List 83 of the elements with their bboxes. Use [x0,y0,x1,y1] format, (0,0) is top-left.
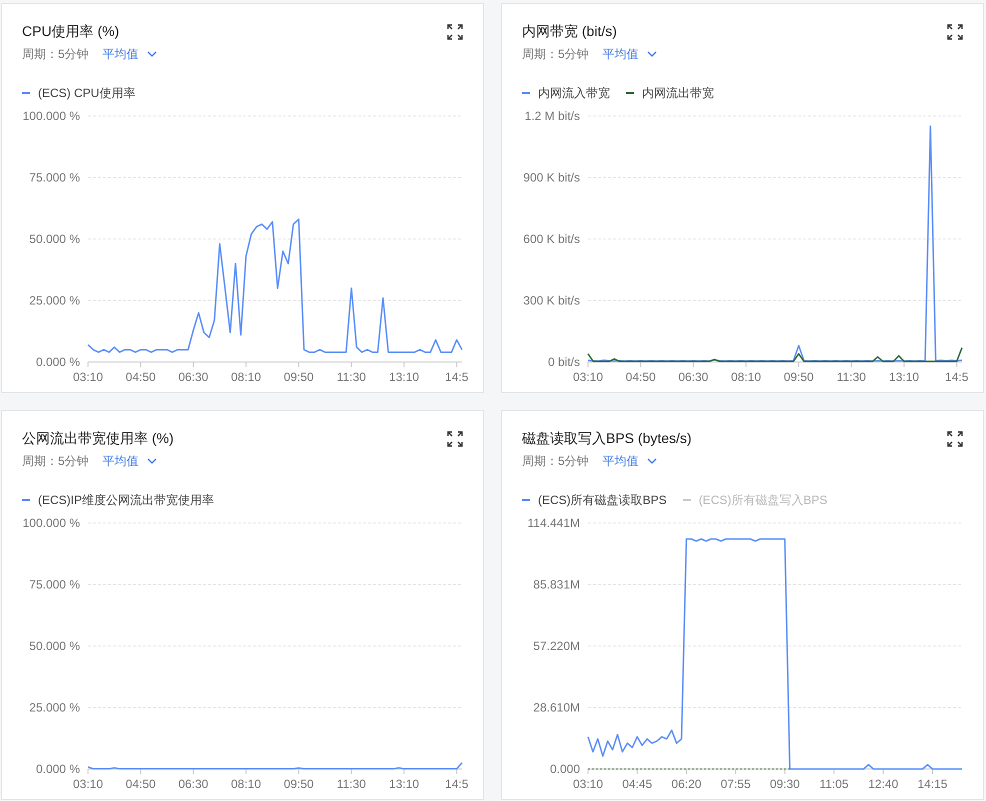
legend-item[interactable]: (ECS)所有磁盘读取BPS [522,491,667,509]
x-axis-label: 13:10 [389,777,420,791]
x-axis-label: 14:15 [917,777,948,791]
y-axis-label: 1.2 M bit/s [524,109,580,123]
chart-title: CPU使用率 (%) [22,23,120,41]
x-axis-label: 04:50 [126,370,156,384]
x-axis-label: 09:50 [284,777,314,791]
x-axis-label: 08:10 [731,370,762,384]
x-axis-label: 14:5 [945,370,968,384]
y-axis-label: 28.610M [533,700,580,714]
legend-item[interactable]: 内网流出带宽 [626,84,714,102]
y-axis-label: 25.000 % [29,700,80,714]
legend-item[interactable]: (ECS) CPU使用率 [22,84,136,102]
x-axis-label: 03:10 [72,370,104,384]
chart-title: 公网流出带宽使用率 (%) [22,430,174,448]
y-axis-label: 75.000 % [29,578,80,592]
chart-title: 磁盘读取写入BPS (bytes/s) [522,430,692,448]
y-axis-label: 0 bit/s [548,355,580,369]
x-axis-label: 04:50 [626,370,656,384]
x-axis-label: 08:10 [231,370,262,384]
x-axis-label: 13:10 [389,370,420,384]
x-axis-label: 11:30 [836,370,866,384]
period-label: 周期：5分钟 [22,46,89,62]
x-axis-label: 06:30 [178,777,208,791]
aggregate-dropdown[interactable]: 平均值 [602,46,657,62]
x-axis-label: 08:10 [231,777,262,791]
y-axis-label: 85.831M [533,578,580,592]
x-axis-label: 06:30 [678,370,708,384]
x-axis-label: 13:10 [889,370,920,384]
x-axis-label: 11:30 [336,777,366,791]
x-axis-label: 09:50 [784,370,814,384]
x-axis-label: 03:10 [572,370,604,384]
x-axis-label: 09:50 [284,370,314,384]
y-axis-label: 50.000 % [29,232,80,246]
expand-icon[interactable] [947,431,963,447]
aggregate-dropdown[interactable]: 平均值 [102,452,157,470]
y-axis-label: 900 K bit/s [523,170,580,184]
y-axis-label: 0.000 % [36,355,80,369]
x-axis-label: 04:50 [126,777,156,791]
chevron-icon [646,51,657,57]
y-axis-label: 50.000 % [29,639,80,653]
legend-marker [22,92,30,94]
aggregate-dropdown[interactable]: 平均值 [102,46,157,62]
legend-marker [522,499,530,501]
legend-item[interactable]: (ECS)IP维度公网流出带宽使用率 [22,491,214,509]
x-axis-label: 06:20 [671,777,702,791]
expand-icon[interactable] [947,24,963,40]
y-axis-label: 25.000 % [29,294,80,308]
legend-marker [626,92,634,94]
y-axis-label: 300 K bit/s [523,294,580,308]
expand-icon[interactable] [447,431,463,447]
legend-marker [22,499,30,501]
y-axis-label: 0.000 [550,762,580,776]
chart-title: 内网带宽 (bit/s) [522,23,617,41]
y-axis-label: 600 K bit/s [523,232,580,246]
legend-marker [682,499,691,501]
x-axis-label: 14:5 [445,370,468,384]
x-axis-label: 07:55 [720,777,751,791]
chevron-icon [146,458,157,464]
period-label: 周期：5分钟 [22,452,89,470]
legend-item[interactable]: 内网流入带宽 [522,84,610,102]
chevron-icon [146,51,157,57]
x-axis-label: 06:30 [178,370,208,384]
y-axis-label: 0.000 % [36,762,80,776]
x-axis-label: 03:10 [72,777,104,791]
period-label: 周期：5分钟 [522,46,589,62]
y-axis-label: 100.000 % [22,109,80,123]
x-axis-label: 11:05 [819,777,849,791]
x-axis-label: 11:30 [336,370,366,384]
y-axis-label: 100.000 % [22,516,80,530]
expand-icon[interactable] [447,24,463,40]
chevron-icon [646,458,657,464]
x-axis-label: 03:10 [572,777,604,791]
aggregate-dropdown[interactable]: 平均值 [602,452,657,470]
y-axis-label: 75.000 % [29,170,80,184]
period-label: 周期：5分钟 [522,452,589,470]
x-axis-label: 04:45 [622,777,652,791]
x-axis-label: 12:40 [868,777,898,791]
legend-marker [522,92,530,94]
y-axis-label: 114.441M [528,516,580,530]
y-axis-label: 57.220M [533,639,580,653]
x-axis-label: 09:30 [770,777,800,791]
x-axis-label: 14:5 [445,777,468,791]
